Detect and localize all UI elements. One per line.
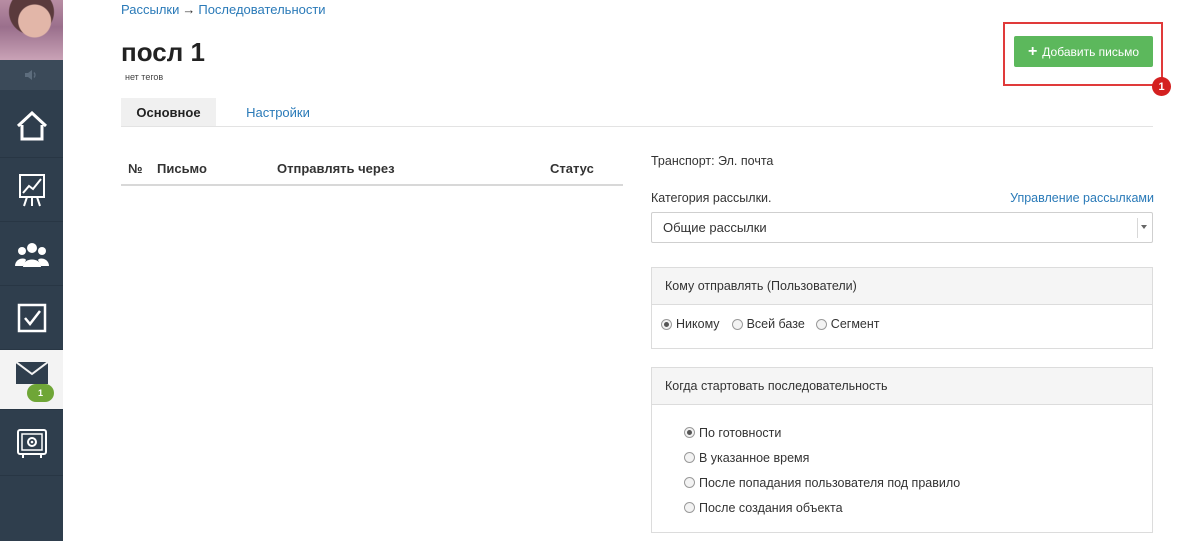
radio-scheduled-label[interactable]: В указанное время xyxy=(699,451,809,465)
breadcrumb-current-link[interactable]: Последовательности xyxy=(198,2,325,17)
add-letter-label: Добавить письмо xyxy=(1042,44,1140,59)
start-panel: Когда стартовать последовательность По г… xyxy=(651,367,1153,533)
start-options: По готовности В указанное время После по… xyxy=(652,405,1152,520)
settings-icon xyxy=(16,428,47,458)
breadcrumb: Рассылки → Последовательности xyxy=(121,2,326,17)
table-header-divider xyxy=(121,184,623,186)
column-letter[interactable]: Письмо xyxy=(157,161,207,176)
radio-object-label[interactable]: После создания объекта xyxy=(699,501,843,515)
recipients-options: Никому Всей базе Сегмент xyxy=(652,305,1152,331)
category-select[interactable]: Общие рассылки xyxy=(651,212,1153,243)
start-option-ready: По готовности xyxy=(684,420,1152,445)
chevron-down-icon xyxy=(1141,225,1147,229)
column-send-via[interactable]: Отправлять через xyxy=(277,161,395,176)
sound-toggle[interactable] xyxy=(0,60,63,90)
start-option-object: После создания объекта xyxy=(684,495,1152,520)
breadcrumb-parent-link[interactable]: Рассылки xyxy=(121,2,179,17)
sidebar-item-mail[interactable]: 1 xyxy=(0,350,63,410)
column-number[interactable]: № xyxy=(128,161,143,176)
sidebar: 1 xyxy=(0,0,63,541)
radio-object[interactable] xyxy=(684,502,695,513)
radio-rule[interactable] xyxy=(684,477,695,488)
radio-ready-label[interactable]: По готовности xyxy=(699,426,781,440)
radio-segment-label[interactable]: Сегмент xyxy=(831,317,880,331)
page-title: посл 1 xyxy=(121,37,205,67)
radio-nobody[interactable] xyxy=(661,318,672,330)
tags-label[interactable]: нет тегов xyxy=(125,72,163,82)
tasks-icon xyxy=(17,303,46,332)
column-status[interactable]: Статус xyxy=(550,161,594,176)
recipients-heading: Кому отправлять (Пользователи) xyxy=(652,268,1152,305)
radio-ready[interactable] xyxy=(684,427,695,438)
radio-rule-label[interactable]: После попадания пользователя под правило xyxy=(699,476,960,490)
transport-label: Транспорт: Эл. почта xyxy=(651,154,774,168)
sidebar-item-home[interactable] xyxy=(0,94,63,158)
chart-icon xyxy=(18,173,45,206)
manage-mailings-link[interactable]: Управление рассылками xyxy=(1010,191,1154,205)
radio-all-base-label[interactable]: Всей базе xyxy=(747,317,805,331)
speaker-icon xyxy=(24,70,36,80)
avatar[interactable] xyxy=(0,0,63,60)
sidebar-item-analytics[interactable] xyxy=(0,158,63,222)
recipients-panel: Кому отправлять (Пользователи) Никому Вс… xyxy=(651,267,1153,349)
mail-badge: 1 xyxy=(27,384,54,402)
tab-settings[interactable]: Настройки xyxy=(232,98,324,126)
category-selected-value: Общие рассылки xyxy=(663,220,767,235)
radio-nobody-label[interactable]: Никому xyxy=(676,317,720,331)
category-label: Категория рассылки. xyxy=(651,191,772,205)
users-icon xyxy=(14,242,49,267)
add-letter-button[interactable]: + Добавить письмо xyxy=(1014,36,1153,67)
plus-icon: + xyxy=(1027,42,1038,60)
radio-scheduled[interactable] xyxy=(684,452,695,463)
start-heading: Когда стартовать последовательность xyxy=(652,368,1152,405)
start-option-rule: После попадания пользователя под правило xyxy=(684,470,1152,495)
sidebar-item-users[interactable] xyxy=(0,222,63,286)
tabs-divider xyxy=(121,126,1153,127)
start-option-time: В указанное время xyxy=(684,445,1152,470)
select-divider xyxy=(1137,218,1138,238)
step-marker: 1 xyxy=(1152,77,1171,96)
radio-segment[interactable] xyxy=(815,318,827,330)
mail-icon xyxy=(15,361,48,384)
sidebar-item-settings[interactable] xyxy=(0,412,63,476)
sidebar-item-tasks[interactable] xyxy=(0,286,63,350)
home-icon xyxy=(16,110,47,140)
radio-all-base[interactable] xyxy=(731,318,743,330)
tab-main[interactable]: Основное xyxy=(121,98,216,126)
breadcrumb-separator: → xyxy=(182,2,196,17)
